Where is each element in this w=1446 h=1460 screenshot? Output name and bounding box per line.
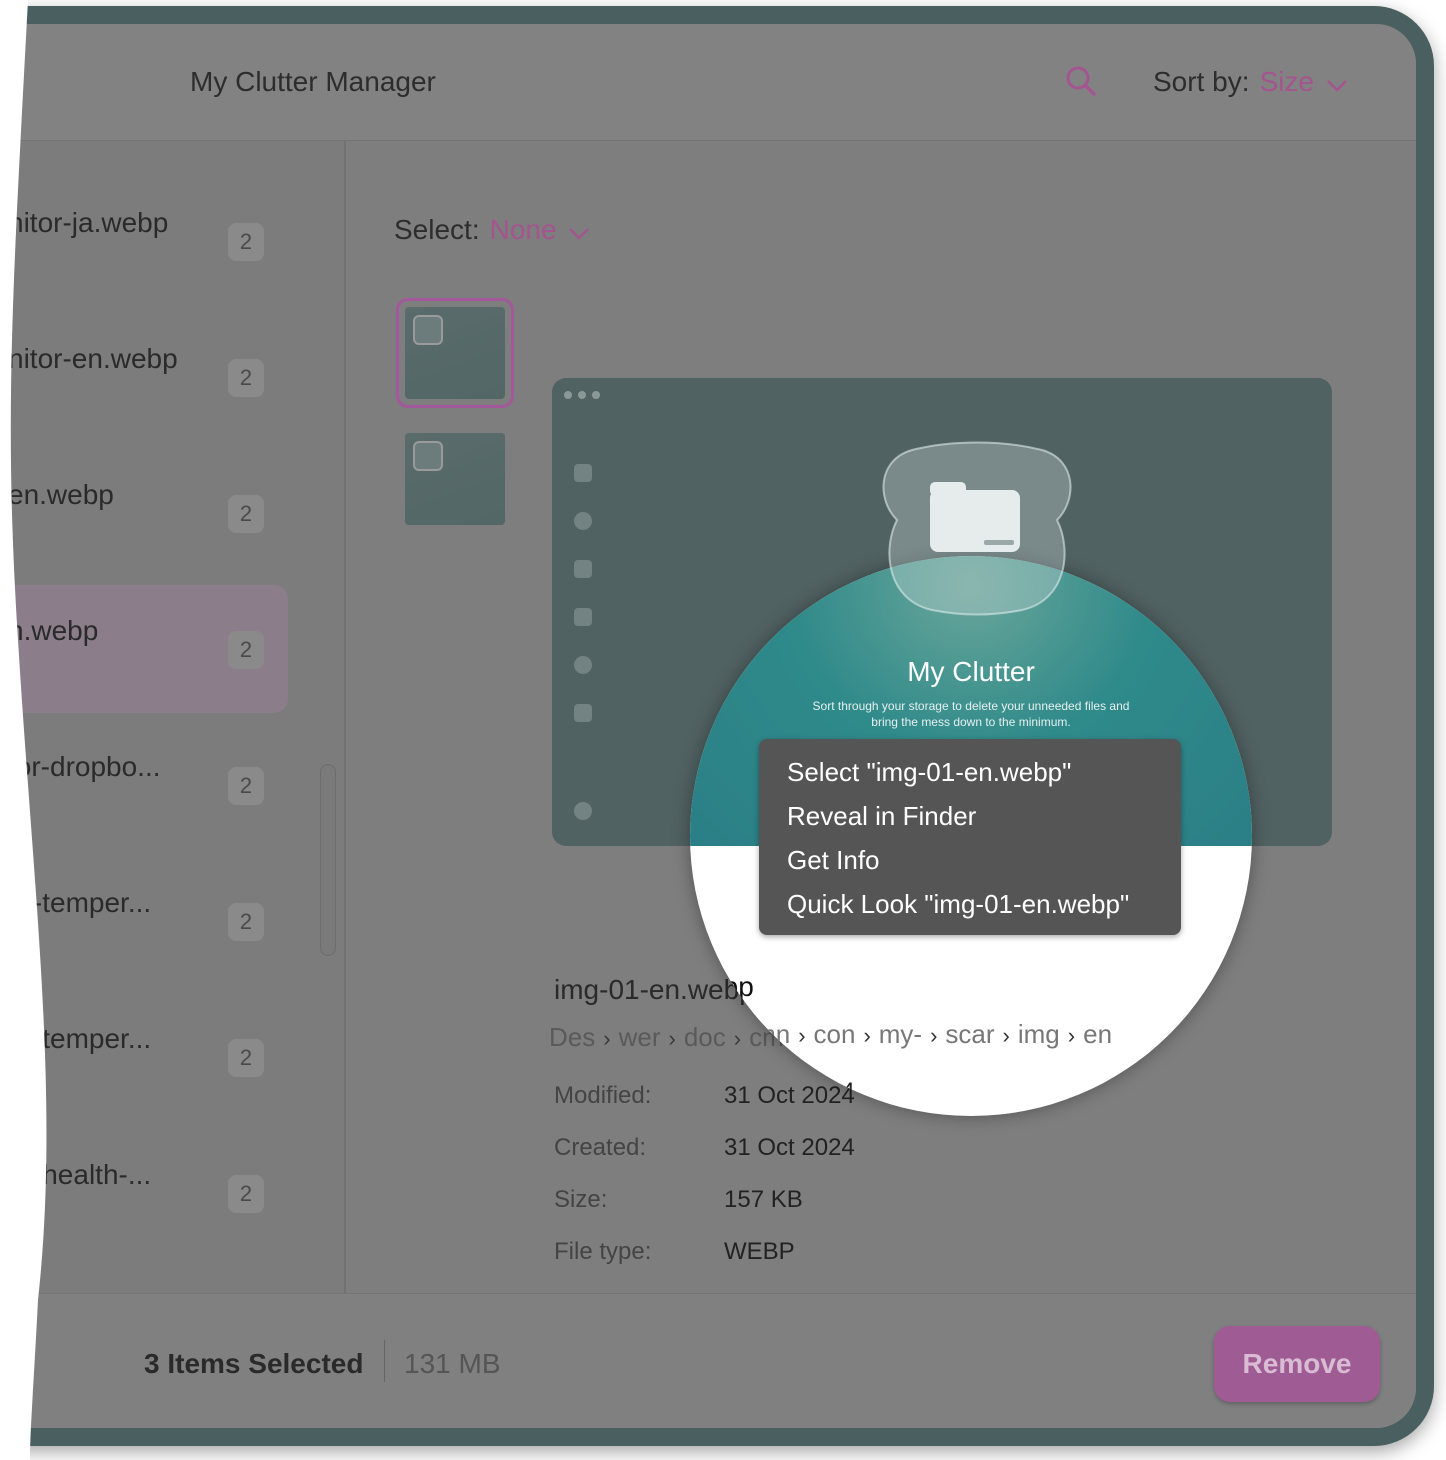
count-badge: 2 [228,1039,264,1077]
sort-value[interactable]: Size [1259,66,1313,97]
sort-control[interactable]: Sort by: Size [1153,66,1348,100]
meta-row: Size: 157 KB [554,1186,803,1213]
bolt-icon [574,608,592,626]
chevron-down-icon [568,216,590,248]
select-value[interactable]: None [490,214,557,245]
hero-subtitle: Sort through your storage to delete your… [812,699,1130,729]
context-menu: Select "img-01-en.webp" Reveal in Finder… [759,739,1181,935]
selected-size: 131 MB [404,1348,501,1379]
count-badge: 2 [228,223,264,261]
menu-item-reveal-in-finder[interactable]: Reveal in Finder [787,801,976,832]
thumbnail[interactable] [405,433,505,525]
thumbnail-selected[interactable] [396,298,514,408]
remove-button[interactable]: Remove [1214,1326,1380,1402]
thumbnail-checkbox[interactable] [413,441,443,471]
select-label: Select: [394,214,480,245]
preview-nav-icon [574,512,592,530]
meta-row: File type: WEBP [554,1238,795,1265]
preview-nav-icon [574,656,592,674]
file-path-magnified: Des›wer›doc›cmn›con›my-›scar›img›en [690,1019,1113,1049]
chevron-down-icon [1326,68,1348,100]
hero-title: My Clutter [907,656,1035,687]
clutter-folder-icon [882,441,1072,616]
selected-count: 3 Items Selected [144,1348,364,1379]
search-icon[interactable] [1064,64,1098,98]
count-badge: 2 [228,631,264,669]
titlebar: My Clutter Manager Sort by: Size [8,24,1416,141]
count-badge: 2 [228,495,264,533]
sort-label: Sort by: [1153,66,1250,97]
menu-item-get-info[interactable]: Get Info [787,845,880,876]
avatar-icon [574,802,592,820]
preview-nav-icon [574,464,592,482]
folder-icon [574,704,592,722]
count-badge: 2 [228,1175,264,1213]
thumbnail-checkbox[interactable] [413,315,443,345]
count-badge: 2 [228,359,264,397]
menu-item-select[interactable]: Select "img-01-en.webp" [787,757,1071,788]
sidebar-scrollbar[interactable] [320,764,336,956]
modified-value-magnified: 31 Oct 2024 [724,1078,855,1105]
spotlight-magnifier: My Clutter Sort through your storage to … [690,556,1252,1116]
file-name-magnified: img-01-en.webp [690,971,754,1002]
select-control[interactable]: Select: None [394,214,590,248]
hand-icon [574,560,592,578]
menu-item-quick-look[interactable]: Quick Look "img-01-en.webp" [787,889,1129,920]
app-title: My Clutter Manager [190,66,436,97]
count-badge: 2 [228,767,264,805]
divider [384,1340,385,1382]
page-curl-edge [0,0,47,1460]
count-badge: 2 [228,903,264,941]
footer-bar: 3 Items Selected 131 MB Remove [8,1293,1416,1428]
meta-row: Created: 31 Oct 2024 [554,1134,855,1161]
